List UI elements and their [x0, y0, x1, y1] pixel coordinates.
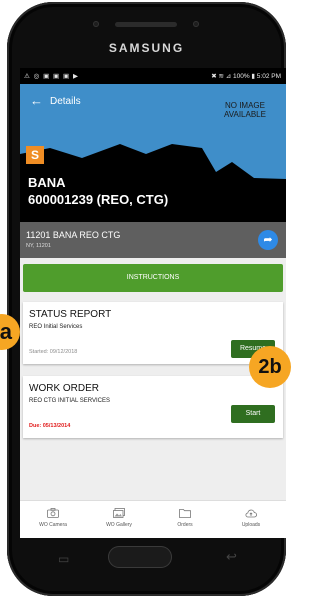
work-order-list: INSTRUCTIONS STATUS REPORT REO Initial S… [20, 258, 286, 500]
navigation-arrow-icon[interactable]: ➦ [258, 230, 278, 250]
status-badge: S [26, 146, 44, 164]
property-header: ← Details NO IMAGE AVAILABLE S BANA 6000… [20, 84, 286, 222]
front-camera [193, 21, 199, 27]
tab-orders[interactable]: Orders [152, 501, 218, 538]
home-button[interactable] [108, 546, 172, 568]
annotation-marker-2b: 2b [249, 346, 291, 388]
tab-label: Orders [177, 522, 193, 528]
sensor-dot [93, 21, 99, 27]
tab-wo-gallery[interactable]: WO Gallery [86, 501, 152, 538]
tab-label: Uploads [241, 522, 261, 528]
arrow-left-icon[interactable]: ← [30, 94, 43, 107]
recent-apps-icon[interactable]: ▭ [58, 552, 69, 566]
tab-label: WO Camera [39, 522, 67, 528]
loan-number: 600001239 (REO, CTG) [28, 192, 169, 207]
earpiece-speaker [115, 22, 177, 27]
back-icon[interactable]: ↩ [226, 549, 237, 565]
order-subtitle: REO Initial Services [29, 324, 83, 330]
order-card-work-order[interactable]: WORK ORDER REO CTG INITIAL SERVICES Due:… [23, 376, 283, 438]
gallery-icon [113, 508, 125, 518]
device-brand: SAMSUNG [108, 41, 185, 55]
order-due-date: Due: 05/13/2014 [29, 423, 71, 429]
order-started-date: Started: 09/12/2018 [29, 349, 78, 355]
address-line-2: NY, 11201 [26, 243, 51, 249]
no-image-label: NO IMAGE AVAILABLE [224, 101, 266, 119]
order-card-status-report[interactable]: STATUS REPORT REO Initial Services Start… [23, 302, 283, 364]
tab-label: WO Gallery [106, 522, 132, 528]
client-name: BANA [28, 175, 66, 190]
tab-wo-camera[interactable]: WO Camera [20, 501, 86, 538]
order-title: STATUS REPORT [29, 309, 112, 320]
phone-frame: SAMSUNG ⚠ ◎ ▣ ▣ ▣ ▶ ✖ ≋ ⊿ 100% ▮ 5:02 PM… [7, 2, 286, 596]
start-button[interactable]: Start [231, 405, 275, 423]
folder-icon [179, 509, 191, 518]
page-title: Details [50, 96, 81, 107]
tab-uploads[interactable]: Uploads [218, 501, 284, 538]
app-screen: ⚠ ◎ ▣ ▣ ▣ ▶ ✖ ≋ ⊿ 100% ▮ 5:02 PM ← Detai… [20, 68, 286, 538]
status-right-text: ✖ ≋ ⊿ 100% ▮ 5:02 PM [211, 73, 281, 80]
instructions-button[interactable]: INSTRUCTIONS [23, 264, 283, 292]
cloud-upload-icon [245, 509, 257, 518]
address-line-1: 11201 BANA REO CTG [26, 230, 121, 240]
bottom-tab-bar: WO Camera WO Gallery Orders Uploads [20, 500, 286, 538]
status-bar: ⚠ ◎ ▣ ▣ ▣ ▶ ✖ ≋ ⊿ 100% ▮ 5:02 PM [20, 68, 286, 84]
camera-icon [47, 508, 59, 518]
address-bar: 11201 BANA REO CTG NY, 11201 ➦ [20, 222, 286, 258]
order-subtitle: REO CTG INITIAL SERVICES [29, 398, 111, 404]
order-title: WORK ORDER [29, 383, 99, 394]
status-notification-icons: ⚠ ◎ ▣ ▣ ▣ ▶ [24, 73, 79, 80]
